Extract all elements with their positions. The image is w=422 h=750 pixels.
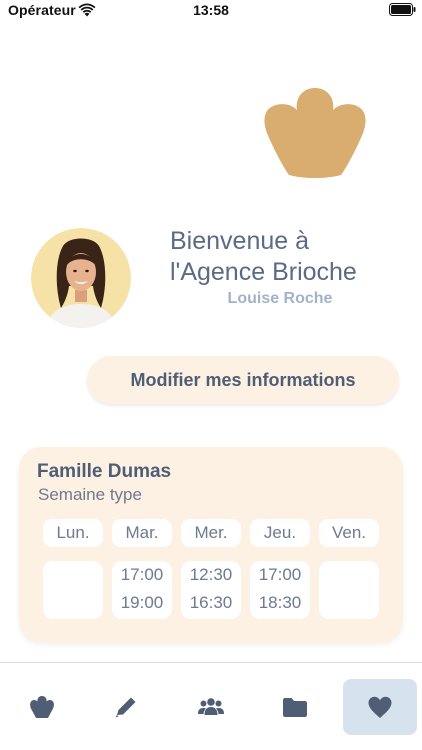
day-header-monday: Lun.	[43, 519, 103, 547]
clock: 13:58	[193, 2, 229, 18]
welcome-line-1: Bienvenue à	[170, 227, 310, 255]
day-header-tuesday: Mar.	[112, 519, 172, 547]
home-screen: Opérateur 13:58 Bienvenue à l'Agence Bri…	[0, 0, 422, 750]
slot-end: 19:00	[120, 593, 164, 612]
tab-favorites[interactable]	[343, 679, 417, 735]
slot-end: 18:30	[258, 593, 302, 612]
day-slot-tuesday: 17:00 19:00	[112, 561, 172, 619]
brioche-logo-icon	[264, 88, 366, 178]
tab-bar	[0, 662, 422, 750]
slot-start: 17:00	[120, 565, 164, 584]
user-name: Louise Roche	[227, 290, 333, 307]
slot-start: 12:30	[189, 565, 233, 584]
day-slot-wednesday: 12:30 16:30	[181, 561, 241, 619]
tab-home[interactable]	[6, 679, 78, 735]
heart-icon	[368, 696, 392, 718]
day-slot-friday	[319, 561, 379, 619]
slot-start: 17:00	[258, 565, 302, 584]
users-icon	[198, 698, 224, 715]
tab-edit[interactable]	[90, 679, 162, 735]
battery-icon	[389, 3, 416, 16]
avatar	[31, 228, 131, 328]
day-header-thursday: Jeu.	[250, 519, 310, 547]
welcome-line-2: l'Agence Brioche	[170, 258, 357, 286]
day-header-wednesday: Mer.	[181, 519, 241, 547]
status-bar: Opérateur 13:58	[0, 0, 422, 22]
day-slot-monday	[43, 561, 103, 619]
schedule-subtitle: Semaine type	[38, 485, 142, 504]
family-name: Famille Dumas	[37, 461, 172, 482]
brioche-icon	[30, 696, 54, 718]
welcome-title: Bienvenue à l'Agence Brioche	[170, 226, 410, 288]
day-header-friday: Ven.	[319, 519, 379, 547]
schedule-card[interactable]: Famille Dumas Semaine type Lun. Mar. Mer…	[19, 447, 403, 643]
modify-info-button[interactable]: Modifier mes informations	[87, 356, 399, 404]
tab-families[interactable]	[175, 679, 247, 735]
slot-end: 16:30	[189, 593, 233, 612]
pencil-icon	[115, 697, 136, 718]
folder-icon	[283, 698, 307, 717]
day-slot-thursday: 17:00 18:30	[250, 561, 310, 619]
tab-documents[interactable]	[259, 679, 331, 735]
